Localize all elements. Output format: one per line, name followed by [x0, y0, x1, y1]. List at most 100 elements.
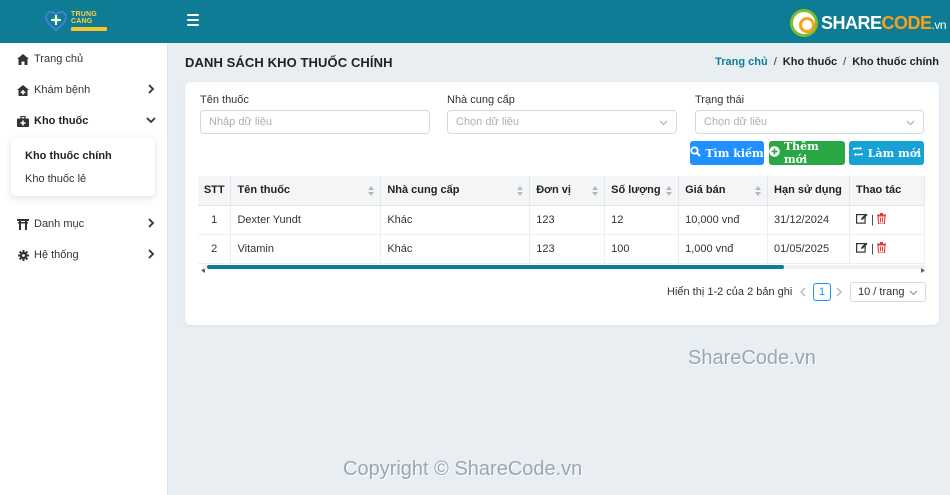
add-button[interactable]: Thêm mới — [769, 140, 845, 166]
sharecode-brand: SHARECODE.vn — [790, 8, 947, 38]
cell-so-luong: 12 — [604, 205, 680, 235]
breadcrumb-home[interactable]: Trang chủ — [715, 56, 768, 68]
sort-icon[interactable] — [368, 186, 375, 196]
brand-part1: SHARE — [821, 12, 882, 33]
col-header-thao-tac: Thao tác — [849, 176, 925, 206]
plus-circle-icon — [769, 146, 780, 160]
sidebar-item-home[interactable]: Trang chủ — [0, 44, 168, 74]
status-placeholder: Chọn dữ liệu — [704, 116, 768, 128]
cell-don-vi: 123 — [529, 234, 606, 264]
cell-actions: | — [849, 205, 925, 235]
search-icon — [690, 146, 702, 160]
sort-icon[interactable] — [592, 186, 599, 196]
menu-toggle-icon[interactable] — [187, 14, 199, 26]
action-divider: | — [871, 242, 874, 255]
main-card: Tên thuốc Nhập dữ liệu Nhà cung cấp Chọn… — [185, 82, 939, 325]
col-header-ten-thuoc[interactable]: Tên thuốc — [230, 176, 382, 206]
reset-button-label: Làm mới — [867, 146, 922, 160]
page-title: DANH SÁCH KHO THUỐC CHÍNH — [185, 55, 393, 70]
watermark-sharecode: ShareCode.vn — [688, 347, 816, 369]
drug-name-label: Tên thuốc — [200, 94, 249, 106]
sidebar-item-label: Kho thuốc — [34, 115, 89, 127]
table-row: 1 Dexter Yundt Khác 123 12 10,000 vnđ 31… — [198, 205, 925, 235]
sidebar: Trang chủ Khám bệnh Kho thuốc Kho thuốc … — [0, 43, 168, 495]
table-header-row: STT Tên thuốc Nhà cung cấp Đơn vị Số lượ… — [198, 176, 925, 206]
cell-nha-cung-cap: Khác — [380, 234, 531, 264]
house-medical-icon — [17, 84, 29, 96]
app-logo[interactable]: TRUNG CANG — [44, 7, 120, 35]
brand-domain: .vn — [931, 17, 947, 32]
gear-icon — [17, 249, 29, 261]
home-icon — [17, 53, 29, 65]
torii-icon — [17, 218, 29, 230]
edit-icon[interactable] — [856, 213, 868, 227]
add-button-label: Thêm mới — [784, 140, 819, 166]
sharecode-logo-icon — [790, 9, 818, 37]
page-size-value: 10 / trang — [858, 286, 905, 298]
drug-name-placeholder: Nhập dữ liệu — [209, 116, 273, 128]
col-header-so-luong[interactable]: Số lượng — [604, 176, 680, 206]
cell-stt: 2 — [198, 234, 232, 264]
scroll-right-icon[interactable] — [921, 264, 925, 273]
supplier-select[interactable]: Chọn dữ liệu — [447, 110, 677, 134]
cell-gia-ban: 1,000 vnđ — [678, 234, 769, 264]
col-header-don-vi[interactable]: Đơn vị — [529, 176, 606, 206]
search-button-label: Tìm kiếm — [705, 146, 764, 160]
page-number[interactable]: 1 — [813, 283, 831, 301]
trash-icon[interactable] — [876, 212, 886, 227]
medkit-icon — [17, 115, 29, 127]
page-size-select[interactable]: 10 / trang — [850, 282, 926, 302]
sidebar-item-he-thong[interactable]: Hệ thống — [0, 240, 168, 270]
pagination-info: Hiển thị 1-2 của 2 bản ghi — [667, 286, 793, 298]
search-button[interactable]: Tìm kiếm — [690, 141, 764, 165]
refresh-icon — [852, 146, 864, 160]
scrollbar-thumb[interactable] — [207, 265, 784, 269]
prev-page-icon[interactable] — [799, 287, 807, 297]
chevron-down-icon — [909, 288, 918, 297]
drug-name-input[interactable]: Nhập dữ liệu — [200, 110, 430, 134]
chevron-right-icon — [146, 84, 156, 94]
breadcrumb-separator: / — [773, 56, 777, 68]
trash-icon[interactable] — [876, 241, 886, 256]
cell-actions: | — [849, 234, 925, 264]
cell-so-luong: 100 — [604, 234, 680, 264]
col-header-nha-cung-cap[interactable]: Nhà cung cấp — [380, 176, 531, 206]
col-header-han-su-dung: Hạn sử dụng — [767, 176, 850, 206]
submenu-kho-thuoc-le[interactable]: Kho thuốc lẻ — [25, 173, 86, 185]
drug-table: STT Tên thuốc Nhà cung cấp Đơn vị Số lượ… — [198, 176, 925, 264]
reset-button[interactable]: Làm mới — [849, 141, 924, 165]
cell-don-vi: 123 — [529, 205, 606, 235]
sort-icon[interactable] — [517, 186, 524, 196]
sidebar-item-danh-muc[interactable]: Danh mục — [0, 209, 168, 239]
breadcrumb-kho-thuoc: Kho thuốc — [782, 56, 838, 68]
sidebar-item-kho-thuoc[interactable]: Kho thuốc — [0, 106, 168, 136]
brand-part2: CODE — [881, 12, 933, 33]
sidebar-item-kham-benh[interactable]: Khám bệnh — [0, 75, 168, 105]
chevron-right-icon — [146, 249, 156, 259]
table-row: 2 Vitamin Khác 123 100 1,000 vnđ 01/05/2… — [198, 234, 925, 264]
supplier-label: Nhà cung cấp — [447, 94, 515, 106]
logo-name: TRUNG CANG — [71, 11, 97, 25]
col-header-gia-ban[interactable]: Giá bán — [678, 176, 769, 206]
cell-han-su-dung: 31/12/2024 — [767, 205, 850, 235]
horizontal-scrollbar[interactable] — [203, 265, 925, 269]
breadcrumb-current: Kho thuốc chính — [852, 56, 939, 68]
edit-icon[interactable] — [856, 242, 868, 256]
top-header: TRUNG CANG SHARECODE.vn — [0, 0, 950, 43]
next-page-icon[interactable] — [835, 287, 843, 297]
sidebar-item-label: Khám bệnh — [34, 84, 91, 96]
sidebar-item-label: Danh mục — [34, 218, 85, 230]
breadcrumb: Trang chủ / Kho thuốc / Kho thuốc chính — [715, 56, 939, 68]
action-divider: | — [871, 213, 874, 226]
sort-icon[interactable] — [755, 186, 762, 196]
submenu-kho-thuoc-chinh[interactable]: Kho thuốc chính — [25, 150, 112, 162]
heart-logo-icon — [44, 9, 68, 33]
sidebar-item-label: Hệ thống — [34, 249, 79, 261]
chevron-down-icon — [906, 118, 915, 127]
watermark-copyright: Copyright © ShareCode.vn — [343, 458, 583, 480]
cell-stt: 1 — [198, 205, 232, 235]
status-select[interactable]: Chọn dữ liệu — [695, 110, 924, 134]
chevron-right-icon — [146, 218, 156, 228]
cell-gia-ban: 10,000 vnđ — [678, 205, 769, 235]
sort-icon[interactable] — [666, 186, 673, 196]
